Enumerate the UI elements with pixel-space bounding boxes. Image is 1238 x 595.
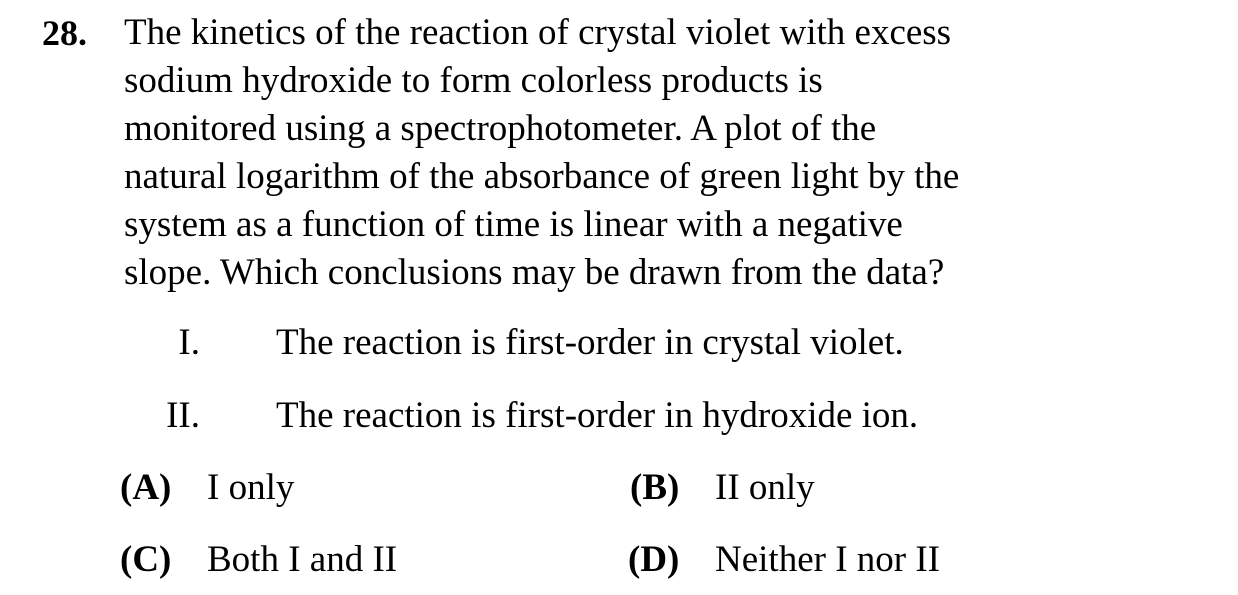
choice-text: I only [207,467,295,508]
stem-line: sodium hydroxide to form colorless produ… [124,60,823,101]
choice-text: Both I and II [207,539,398,580]
question-stem: The kinetics of the reaction of crystal … [124,9,1124,297]
choice-letter: (C) [120,539,172,580]
choice-letter: (B) [630,467,680,508]
choice-text: Neither I nor II [715,539,940,580]
choice-letter: (D) [628,539,680,580]
stem-line: natural logarithm of the absorbance of g… [124,156,960,197]
choice-a[interactable]: (A) I only [0,464,600,512]
choice-text: II only [715,467,815,508]
stem-line: The kinetics of the reaction of crystal … [124,12,952,53]
statement-ii: II. The reaction is first-order in hydro… [0,392,1238,440]
choice-d[interactable]: (D) Neither I nor II [600,536,1200,584]
stem-line: system as a function of time is linear w… [124,204,903,245]
choice-c[interactable]: (C) Both I and II [0,536,600,584]
choice-letter: (A) [120,467,172,508]
question-number: 28. [42,13,87,53]
statement-i: I. The reaction is first-order in crysta… [0,319,1238,367]
choice-b[interactable]: (B) II only [600,464,1200,512]
statement-numeral: II. [166,395,200,436]
statement-text: The reaction is first-order in hydroxide… [276,395,919,436]
statement-text: The reaction is first-order in crystal v… [276,322,904,363]
stem-line: slope. Which conclusions may be drawn fr… [124,252,945,293]
statement-numeral: I. [178,322,200,363]
stem-line: monitored using a spectrophotometer. A p… [124,108,877,149]
